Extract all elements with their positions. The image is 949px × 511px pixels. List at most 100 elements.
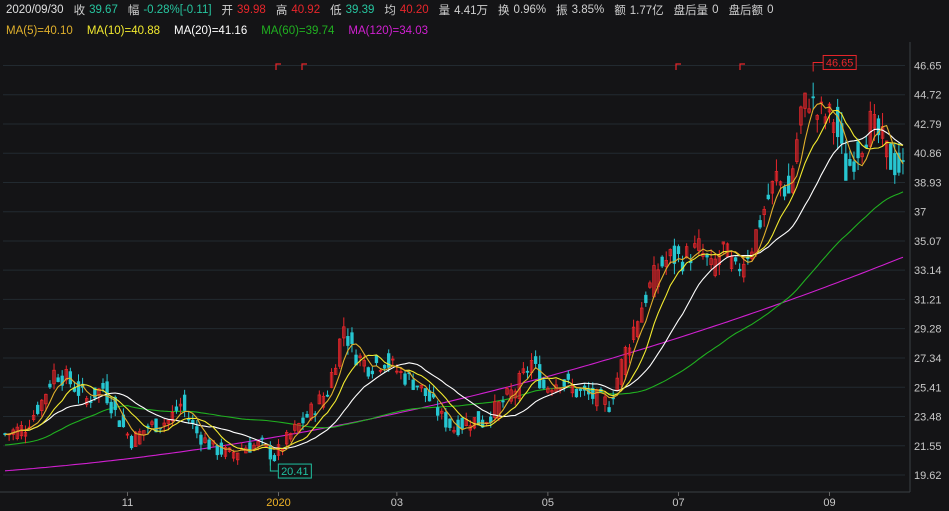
candle bbox=[203, 432, 207, 444]
candle-body bbox=[366, 367, 370, 377]
candle bbox=[693, 235, 697, 249]
candle-body bbox=[893, 153, 897, 176]
candle bbox=[125, 431, 130, 439]
candle bbox=[293, 420, 297, 435]
candle bbox=[529, 353, 534, 380]
candle bbox=[129, 434, 134, 450]
x-axis: 11 2020 03 05 07 09 bbox=[0, 491, 910, 509]
candle bbox=[338, 338, 342, 369]
candle bbox=[607, 401, 611, 413]
x-tick-label: 05 bbox=[542, 497, 554, 509]
min-price-label: 20.41 bbox=[281, 466, 309, 478]
candle bbox=[342, 317, 346, 347]
candle-body bbox=[403, 373, 407, 385]
candle-body bbox=[109, 401, 113, 414]
candle bbox=[766, 183, 770, 201]
event-flag-icon bbox=[275, 63, 281, 70]
candle-body bbox=[268, 445, 273, 460]
candle-body bbox=[766, 194, 770, 200]
candle bbox=[819, 96, 823, 115]
event-flag-icon bbox=[675, 63, 681, 70]
candle bbox=[40, 398, 44, 417]
candle bbox=[333, 364, 338, 375]
candle bbox=[787, 163, 791, 194]
candle-body bbox=[56, 377, 60, 382]
candle bbox=[856, 138, 860, 171]
candle bbox=[889, 142, 893, 170]
candle bbox=[840, 112, 844, 154]
candle bbox=[615, 372, 619, 391]
candle bbox=[725, 242, 730, 257]
candle bbox=[517, 370, 521, 402]
candle-body bbox=[415, 385, 419, 388]
candle-body bbox=[644, 294, 648, 304]
candle bbox=[799, 105, 803, 135]
y-tick-label: 40.86 bbox=[914, 148, 942, 160]
ma10-path bbox=[4, 109, 904, 451]
candle bbox=[56, 373, 60, 383]
candle bbox=[64, 365, 68, 385]
candle bbox=[378, 368, 383, 374]
candle-body bbox=[856, 141, 860, 159]
candle bbox=[329, 368, 334, 389]
candle bbox=[521, 362, 526, 375]
candle bbox=[884, 140, 889, 170]
candle bbox=[627, 343, 632, 364]
candle-body bbox=[889, 143, 893, 170]
candle-body bbox=[746, 257, 750, 259]
candle-body bbox=[525, 370, 530, 373]
y-tick-label: 19.62 bbox=[914, 470, 942, 482]
candle bbox=[660, 255, 664, 269]
candle-body bbox=[501, 400, 505, 403]
candle bbox=[815, 114, 819, 133]
candle bbox=[860, 151, 864, 164]
candle-body bbox=[811, 96, 815, 99]
candle bbox=[31, 410, 36, 422]
candle bbox=[644, 291, 648, 307]
candle-body bbox=[182, 394, 187, 411]
candle bbox=[89, 395, 93, 408]
candle-body bbox=[448, 418, 452, 428]
candle bbox=[207, 437, 211, 450]
candle-body bbox=[566, 373, 570, 380]
candle bbox=[705, 253, 709, 266]
candle-body bbox=[195, 426, 199, 434]
candle-body bbox=[533, 356, 538, 364]
candle-body bbox=[215, 445, 219, 456]
candle-body bbox=[738, 268, 742, 272]
candle bbox=[538, 355, 542, 389]
candle bbox=[366, 366, 370, 379]
candle bbox=[672, 238, 677, 275]
candle-body bbox=[191, 420, 195, 424]
candle bbox=[317, 390, 321, 405]
candle bbox=[774, 159, 779, 186]
candle bbox=[835, 98, 840, 150]
y-axis: 46.65 44.72 42.79 40.86 38.93 37 35.07 33.14 31.… bbox=[909, 42, 942, 492]
candle-body bbox=[207, 439, 211, 450]
candle bbox=[803, 92, 807, 118]
candle bbox=[811, 82, 815, 111]
candle bbox=[648, 280, 652, 289]
candle-body bbox=[219, 442, 224, 455]
candle bbox=[652, 256, 656, 298]
candle bbox=[513, 388, 517, 406]
y-tick-label: 37 bbox=[914, 207, 926, 219]
candle bbox=[689, 254, 693, 271]
candle bbox=[852, 151, 856, 180]
y-tick-label: 42.79 bbox=[914, 119, 942, 131]
candle-body bbox=[660, 256, 664, 267]
candle bbox=[733, 256, 738, 265]
candle bbox=[762, 205, 766, 227]
ma10-line bbox=[4, 109, 904, 451]
candle bbox=[831, 119, 836, 145]
candle bbox=[533, 350, 538, 369]
candlestick-chart[interactable]: 46.65 20.41 46.65 44.72 42.79 40.86 38.93 37 35… bbox=[0, 0, 949, 511]
candle bbox=[897, 143, 901, 176]
candle bbox=[52, 363, 56, 390]
candle bbox=[701, 243, 705, 260]
candle bbox=[350, 327, 354, 353]
candle-body bbox=[574, 388, 579, 398]
candle-body bbox=[444, 412, 448, 428]
candle bbox=[868, 101, 872, 150]
candle-body bbox=[411, 379, 415, 390]
